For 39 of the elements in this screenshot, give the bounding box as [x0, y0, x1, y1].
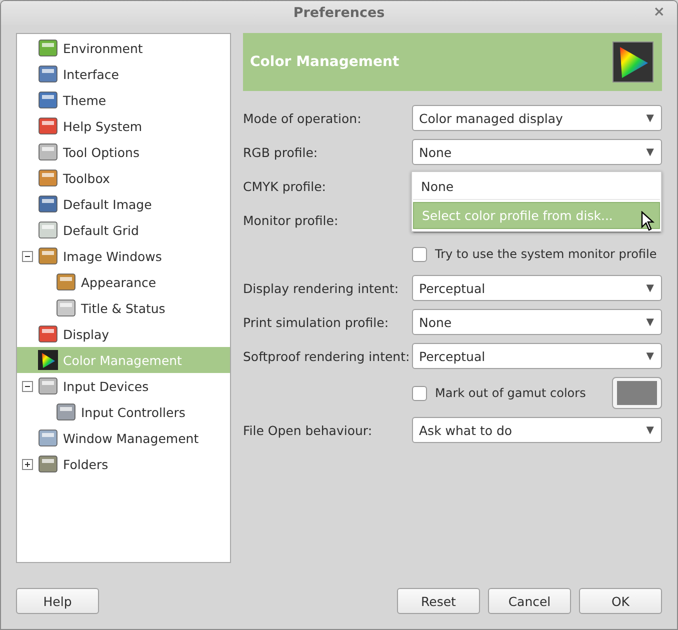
tree-item[interactable]: Theme — [17, 87, 230, 113]
field-label: Monitor profile: — [243, 212, 340, 228]
tree-item[interactable]: Display — [17, 321, 230, 347]
field-label: Mode of operation: — [243, 110, 362, 126]
tree-item[interactable]: Input Controllers — [17, 399, 230, 425]
tree-item[interactable]: Interface — [17, 61, 230, 87]
tree-item[interactable]: Appearance — [17, 269, 230, 295]
dropdown[interactable]: Perceptual ▼ — [412, 275, 662, 301]
section-title: Color Management — [250, 54, 400, 70]
tree-item[interactable]: Window Management — [17, 425, 230, 451]
tree-item[interactable]: Default Grid — [17, 217, 230, 243]
tree-item[interactable]: Input Devices — [17, 373, 230, 399]
dropdown[interactable]: None ▼ — [412, 309, 662, 335]
dropdown[interactable]: Perceptual ▼ — [412, 343, 662, 369]
dialog-button[interactable]: OK — [579, 588, 662, 614]
tree-item[interactable]: Default Image — [17, 191, 230, 217]
tree-item[interactable]: Folders — [17, 451, 230, 477]
dialog-button[interactable]: Cancel — [488, 588, 571, 614]
tree-item[interactable]: Environment — [17, 35, 230, 61]
tree-item[interactable]: Toolbox — [17, 165, 230, 191]
tree-item[interactable]: Tool Options — [17, 139, 230, 165]
tree-item[interactable]: Image Windows — [17, 243, 230, 269]
checkbox-label: Mark out of gamut colors — [435, 386, 586, 400]
field-label: RGB profile: — [243, 144, 319, 160]
dropdown[interactable]: Ask what to do ▼ — [412, 417, 662, 443]
field-label: CMYK profile: — [243, 178, 328, 194]
field-label: File Open behaviour: — [243, 422, 374, 438]
tree-item[interactable]: Help System — [17, 113, 230, 139]
menu-item[interactable]: None — [413, 174, 660, 200]
checkbox-label: Try to use the system monitor profile — [435, 247, 657, 261]
help-button[interactable]: Help — [16, 588, 99, 614]
dropdown[interactable]: None ▼ — [412, 139, 662, 165]
dropdown[interactable]: Color managed display ▼ — [412, 105, 662, 131]
tree-item[interactable]: Title & Status — [17, 295, 230, 321]
field-label: Print simulation profile: — [243, 314, 390, 330]
window-title: Preferences — [293, 5, 385, 21]
dialog-button[interactable]: Reset — [397, 588, 480, 614]
field-label: Display rendering intent: — [243, 280, 400, 296]
field-label: Softproof rendering intent: — [243, 348, 411, 364]
